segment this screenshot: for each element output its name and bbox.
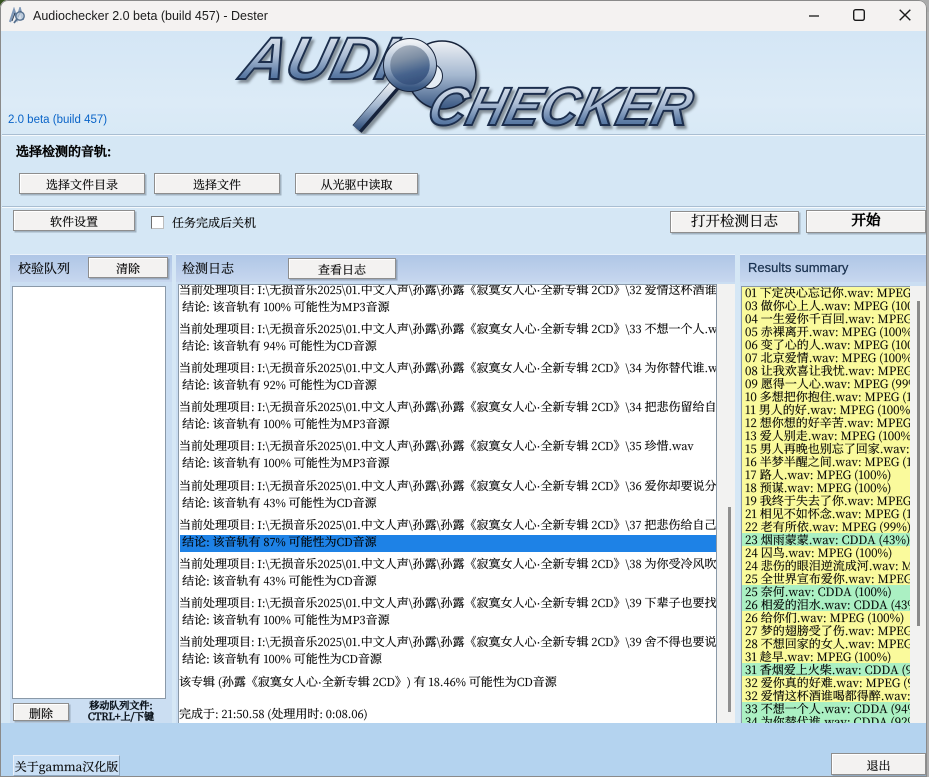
- svg-text:AUDI: AUDI: [233, 31, 405, 92]
- svg-text:CHECKER: CHECKER: [422, 76, 700, 134]
